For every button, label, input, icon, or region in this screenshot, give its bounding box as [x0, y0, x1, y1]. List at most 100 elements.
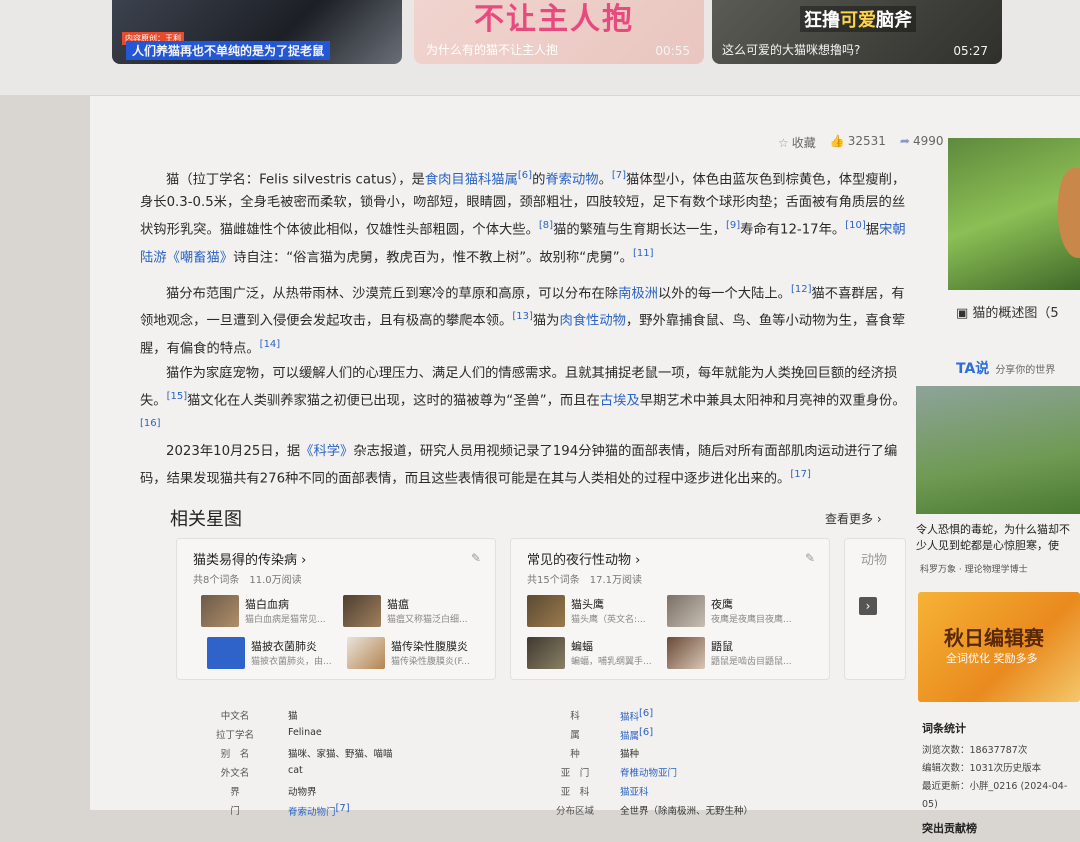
citation[interactable]: [15]	[167, 391, 188, 402]
album-caption[interactable]: ▣ 猫的概述图（5	[956, 302, 1059, 321]
item-name: 猫头鹰	[571, 598, 604, 611]
video-caption: 这么可爱的大猫咪想撸吗?	[722, 43, 861, 57]
citation[interactable]: [16]	[140, 418, 161, 429]
citation[interactable]: [14]	[260, 339, 281, 350]
main-content: ☆ 收藏 👍 32531 ➦ 4990 猫（拉丁学名：Felis silvestris…	[90, 96, 950, 818]
item-thumbnail	[207, 637, 245, 669]
info-row: 拉丁学名 Felinae 属 猫属[6]	[215, 727, 654, 743]
item-thumbnail	[347, 637, 385, 669]
map-item[interactable]: 猫白血病 猫白血病是猫常见...	[201, 595, 341, 629]
link-chordate[interactable]: 脊索动物	[545, 172, 598, 187]
link-science-journal[interactable]: 《科学》	[300, 444, 353, 459]
item-thumbnail	[667, 595, 705, 627]
view-more-link[interactable]: 查看更多 ›	[825, 510, 882, 527]
ta-video-thumbnail[interactable]	[916, 386, 1080, 514]
citation[interactable]: [11]	[633, 248, 654, 259]
summary-paragraph-4: 2023年10月25日，据《科学》杂志报道，研究人员用视频记录了194分钟猫的面…	[140, 444, 898, 487]
video-caption: 为什么有的猫不让主人抱	[426, 43, 559, 57]
item-desc: 猫传染性腹膜炎(F...	[391, 657, 470, 667]
map-item[interactable]: 夜鹰 夜鹰是夜鹰目夜鹰...	[667, 595, 807, 629]
info-row: 中文名 猫 科 猫科[6]	[220, 708, 654, 724]
related-map-card[interactable]: 猫类易得的传染病 › 共8个词条 11.0万阅读 ✎ 猫白血病 猫白血病是猫常见…	[176, 538, 496, 680]
item-name: 猫披衣菌肺炎	[251, 640, 317, 653]
map-item[interactable]: 鼯鼠 鼯鼠是啮齿目鼯鼠...	[667, 637, 807, 671]
thumbs-up-icon: 👍	[829, 134, 845, 148]
cat-photo	[1058, 168, 1080, 258]
info-link[interactable]: 猫亚科	[620, 784, 649, 798]
map-card-meta: 共8个词条 11.0万阅读	[193, 575, 302, 586]
citation[interactable]: [12]	[791, 284, 812, 295]
item-desc: 夜鹰是夜鹰目夜鹰...	[711, 615, 792, 625]
item-desc: 鼯鼠是啮齿目鼯鼠...	[711, 657, 792, 667]
item-name: 猫传染性腹膜炎	[391, 640, 468, 653]
info-link[interactable]: 脊索动物门	[288, 807, 336, 818]
citation[interactable]: [7]	[612, 170, 626, 181]
item-thumbnail	[343, 595, 381, 627]
edit-icon[interactable]: ✎	[471, 551, 481, 565]
map-item[interactable]: 猫头鹰 猫头鹰（英文名:...	[527, 595, 667, 629]
video-caption: 人们养猫再也不单纯的是为了捉老鼠	[126, 41, 331, 60]
citation[interactable]: [9]	[726, 220, 740, 231]
video-card-1[interactable]: 内容原创：王利 人们养猫再也不单纯的是为了捉老鼠	[112, 0, 402, 64]
favorite-button[interactable]: ☆ 收藏	[778, 134, 816, 151]
map-card-meta: 共15个词条 17.1万阅读	[527, 575, 642, 586]
next-arrow-icon[interactable]: ›	[859, 597, 877, 615]
edit-contest-banner[interactable]: 秋日编辑赛 全词优化 奖励多多	[918, 592, 1080, 702]
map-card-title[interactable]: 动物	[861, 549, 887, 568]
related-maps-title: 相关星图	[170, 509, 242, 530]
right-sidebar: ▣ 猫的概述图（5 TA说 分享你的世界 令人恐惧的毒蛇，为什么猫却不少人见到蛇都…	[916, 96, 1080, 835]
info-row: 界 动物界 亚 科 猫亚科	[200, 784, 900, 802]
item-thumbnail	[201, 595, 239, 627]
video-card-3[interactable]: 狂撸可爱脑斧 这么可爱的大猫咪想撸吗? 05:27	[712, 0, 1002, 64]
edit-icon[interactable]: ✎	[805, 551, 815, 565]
entry-stats: 词条统计 浏览次数：18637787次 编辑次数：1031次历史版本 最近更新：…	[922, 722, 1068, 835]
citation[interactable]: [13]	[512, 311, 533, 322]
map-item[interactable]: 猫披衣菌肺炎 猫披衣菌肺炎，由...	[207, 637, 347, 671]
item-thumbnail	[667, 637, 705, 669]
info-link[interactable]: 脊椎动物亚门	[620, 765, 677, 779]
video-card-2[interactable]: 不让主人抱 为什么有的猫不让主人抱 00:55	[414, 0, 704, 64]
encyclopedia-page: ☆ 收藏 👍 32531 ➦ 4990 猫（拉丁学名：Felis silvestris…	[90, 96, 1080, 835]
citation[interactable]: [17]	[790, 469, 811, 480]
citation[interactable]: [6]	[518, 170, 532, 181]
video-duration: 00:55	[655, 44, 690, 58]
map-card-title[interactable]: 常见的夜行性动物 ›	[527, 549, 640, 568]
item-desc: 猫头鹰（英文名:...	[571, 615, 646, 625]
share-button[interactable]: ➦ 4990	[900, 134, 944, 151]
link-carnivore[interactable]: 肉食性动物	[559, 314, 625, 329]
related-map-card[interactable]: 常见的夜行性动物 › 共15个词条 17.1万阅读 ✎ 猫头鹰 猫头鹰（英文名:…	[510, 538, 830, 680]
map-card-title[interactable]: 猫类易得的传染病 ›	[193, 549, 306, 568]
map-item[interactable]: 猫瘟 猫瘟又称猫泛白细...	[343, 595, 483, 629]
star-icon: ☆	[778, 136, 789, 150]
item-thumbnail	[527, 637, 565, 669]
summary-image[interactable]	[948, 138, 1080, 290]
citation[interactable]: [8]	[539, 220, 553, 231]
ta-source: 科罗万象 · 理论物理学博士	[920, 565, 1028, 575]
map-item[interactable]: 猫传染性腹膜炎 猫传染性腹膜炎(F...	[347, 637, 487, 671]
entry-actions: ☆ 收藏 👍 32531 ➦ 4990	[778, 134, 944, 151]
link-ancient-egypt[interactable]: 古埃及	[600, 393, 640, 408]
item-desc: 猫瘟又称猫泛白细...	[387, 615, 468, 625]
info-link[interactable]: 猫科	[620, 712, 639, 723]
item-desc: 蝙蝠，哺乳纲翼手...	[571, 657, 652, 667]
item-name: 鼯鼠	[711, 640, 733, 653]
video-headline: 狂撸可爱脑斧	[800, 6, 916, 32]
summary-paragraph-1: 猫（拉丁学名：Felis silvestris catus），是食肉目猫科猫属[…	[140, 170, 906, 266]
link-taxonomy[interactable]: 食肉目猫科猫属	[425, 172, 518, 187]
album-icon: ▣	[956, 306, 973, 321]
item-thumbnail	[527, 595, 565, 627]
video-headline: 不让主人抱	[474, 2, 634, 37]
info-row: 别 名 猫咪、家猫、野猫、喵喵 种 猫种	[220, 749, 640, 760]
citation[interactable]: [10]	[845, 220, 866, 231]
like-button[interactable]: 👍 32531	[830, 134, 886, 151]
item-name: 猫瘟	[387, 598, 409, 611]
link-antarctica[interactable]: 南极洲	[618, 286, 658, 301]
related-map-card[interactable]: 动物 ›	[844, 538, 906, 680]
ta-header: TA说 分享你的世界	[956, 361, 1056, 377]
map-item[interactable]: 蝙蝠 蝙蝠，哺乳纲翼手...	[527, 637, 667, 671]
summary-paragraph-2: 猫分布范围广泛，从热带雨林、沙漠荒丘到寒冷的草原和高原，可以分布在除南极洲以外的…	[140, 284, 906, 357]
video-duration: 05:27	[953, 44, 988, 58]
info-link[interactable]: 猫属	[620, 731, 639, 742]
item-name: 蝙蝠	[571, 640, 593, 653]
ta-caption[interactable]: 令人恐惧的毒蛇，为什么猫却不少人见到蛇都是心惊胆寒，使	[916, 522, 1080, 554]
